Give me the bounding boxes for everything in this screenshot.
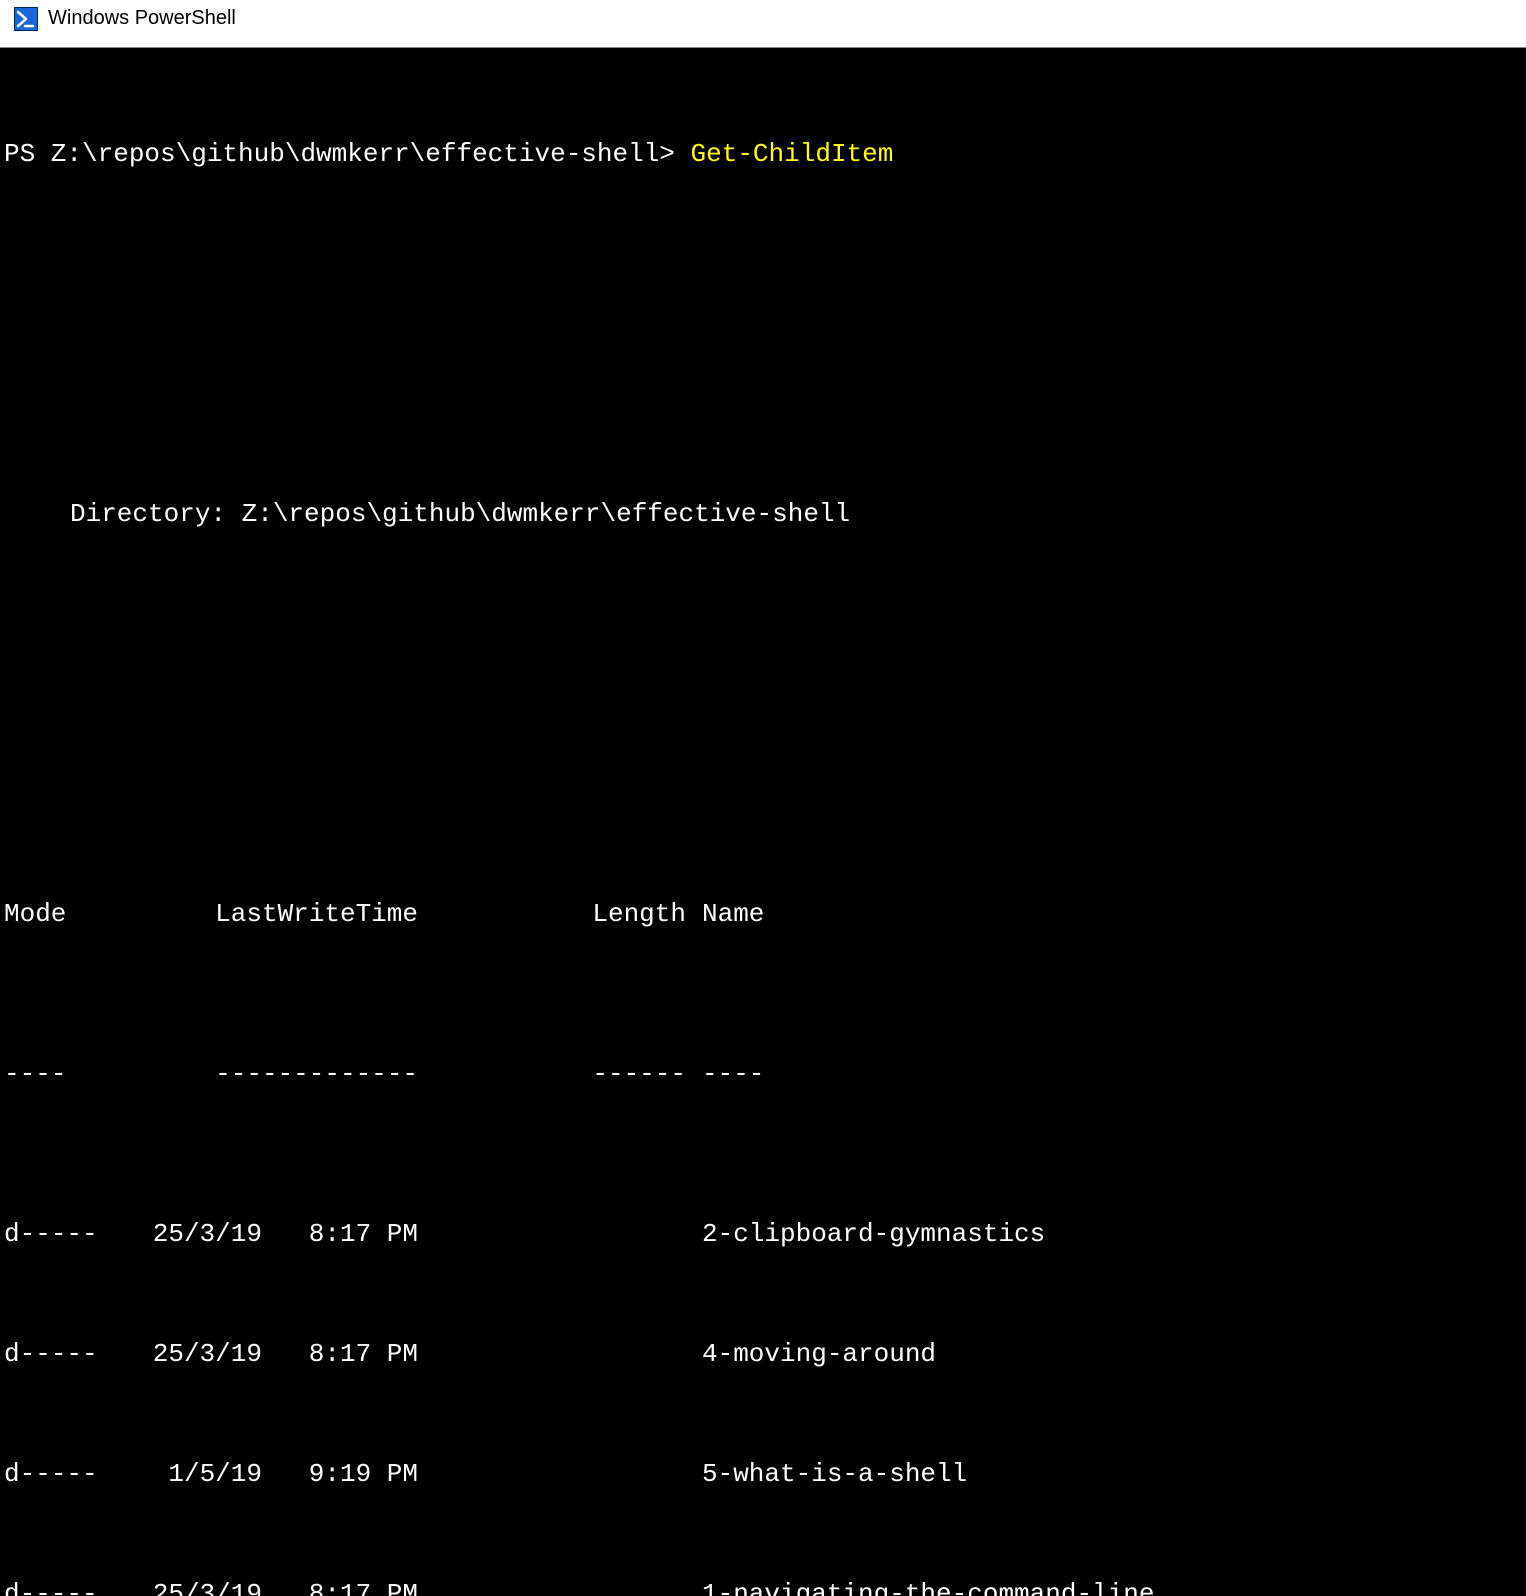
window-title: Windows PowerShell [48,6,236,30]
divider-lastwritetime: ------------- [104,1054,418,1094]
blank-line [0,254,1526,294]
table-row: d----- 25/3/19 8:17 PM 2-clipboard-gymna… [0,1214,1526,1254]
divider-name: ---- [686,1054,764,1094]
prompt-prefix: PS Z:\repos\github\dwmkerr\effective-she… [4,139,691,169]
cell-mode: d----- [4,1334,104,1374]
window-titlebar[interactable]: Windows PowerShell [0,0,1526,48]
cell-lastwritetime: 25/3/19 8:17 PM [104,1334,418,1374]
table-divider: ---- ------------- ------ ---- [0,1054,1526,1094]
blank-line [0,734,1526,774]
terminal-output[interactable]: PS Z:\repos\github\dwmkerr\effective-she… [0,48,1526,1596]
command-text: Get-ChildItem [691,139,894,169]
cell-length [418,1334,686,1374]
table-row: d----- 25/3/19 8:17 PM 4-moving-around [0,1334,1526,1374]
directory-line: Directory: Z:\repos\github\dwmkerr\effec… [0,494,1526,534]
blank-line [0,614,1526,654]
cell-length [418,1574,686,1596]
cell-length [418,1214,686,1254]
cell-lastwritetime: 1/5/19 9:19 PM [104,1454,418,1494]
cell-name: 5-what-is-a-shell [686,1454,967,1494]
prompt-line-1: PS Z:\repos\github\dwmkerr\effective-she… [0,134,1526,174]
cell-lastwritetime: 25/3/19 8:17 PM [104,1574,418,1596]
col-header-mode: Mode [4,894,104,934]
table-row: d----- 25/3/19 8:17 PM 1-navigating-the-… [0,1574,1526,1596]
divider-mode: ---- [4,1054,104,1094]
cell-name: 1-navigating-the-command-line [686,1574,1154,1596]
powershell-icon [14,7,38,31]
col-header-lastwritetime: LastWriteTime [104,894,418,934]
table-row: d----- 1/5/19 9:19 PM 5-what-is-a-shell [0,1454,1526,1494]
cell-name: 4-moving-around [686,1334,936,1374]
cell-lastwritetime: 25/3/19 8:17 PM [104,1214,418,1254]
cell-mode: d----- [4,1574,104,1596]
col-header-name: Name [686,894,764,934]
table-header: Mode LastWriteTime Length Name [0,894,1526,934]
cell-mode: d----- [4,1214,104,1254]
divider-length: ------ [418,1054,686,1094]
cell-mode: d----- [4,1454,104,1494]
blank-line [0,374,1526,414]
col-header-length: Length [418,894,686,934]
cell-name: 2-clipboard-gymnastics [686,1214,1045,1254]
cell-length [418,1454,686,1494]
